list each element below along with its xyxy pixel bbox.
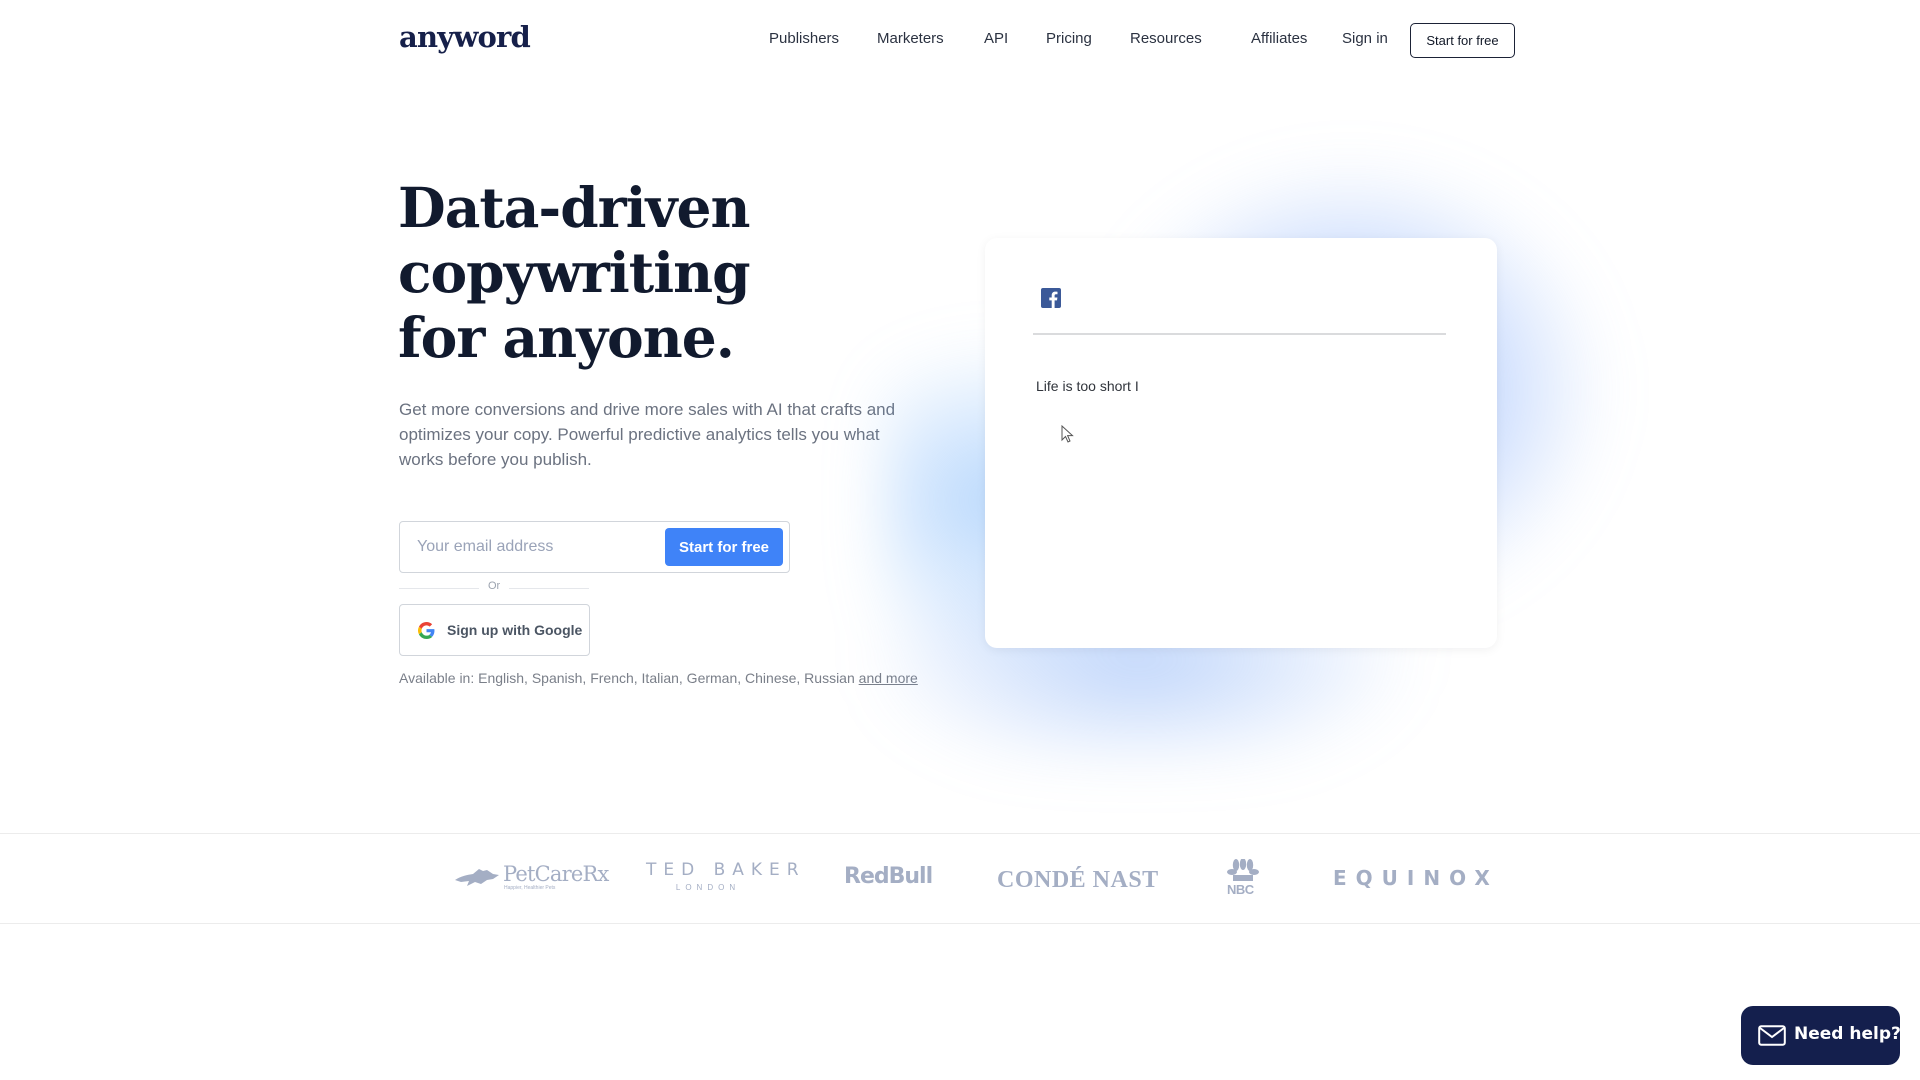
nav-sign-in[interactable]: Sign in — [1342, 30, 1388, 47]
brand-tagline: LONDON — [675, 883, 741, 892]
or-divider: Or — [399, 580, 589, 596]
nav-api[interactable]: API — [984, 30, 1008, 47]
nav-affiliates[interactable]: Affiliates — [1251, 30, 1307, 47]
site-header: anyword Publishers Marketers API Pricing… — [0, 0, 1920, 80]
nbc-peacock-icon — [1227, 859, 1259, 881]
brand-logo-conde-nast: CONDÉ NAST — [997, 867, 1159, 893]
header-start-free-button[interactable]: Start for free — [1410, 23, 1515, 58]
need-help-label: Need help? — [1794, 1024, 1901, 1044]
google-signup-label: Sign up with Google — [447, 622, 583, 638]
brand-logo-equinox: EQUINOX — [1333, 866, 1499, 890]
google-signup-button[interactable]: Sign up with Google — [399, 604, 590, 656]
brand-name: NBC — [1227, 882, 1254, 897]
hero-subtitle: Get more conversions and drive more sale… — [399, 400, 896, 469]
divider-line — [399, 588, 479, 589]
nav-marketers[interactable]: Marketers — [877, 30, 944, 47]
mouse-cursor-icon — [1061, 425, 1074, 443]
start-free-button[interactable]: Start for free — [665, 528, 783, 566]
divider-line — [509, 588, 589, 589]
languages-text: Available in: English, Spanish, French, … — [399, 670, 859, 686]
nav-pricing[interactable]: Pricing — [1046, 30, 1092, 47]
email-input[interactable] — [400, 522, 660, 572]
brand-logo-ted-baker: TED BAKER LONDON — [646, 860, 806, 892]
nav-resources[interactable]: Resources — [1130, 30, 1202, 47]
need-help-button[interactable]: Need help? — [1741, 1006, 1901, 1065]
brand-logo-petcarerx: PetCareRx Happier, Healthier Pets — [453, 862, 609, 894]
main-nav: Publishers Marketers API Pricing Resourc… — [0, 0, 1920, 80]
hero-title: Data-driven copywriting for anyone. — [398, 175, 751, 370]
card-divider — [1033, 333, 1446, 335]
brand-name: TED BAKER — [646, 860, 806, 880]
running-dog-icon — [455, 869, 499, 886]
hero-title-line: copywriting — [398, 240, 751, 305]
hero-title-line: for anyone. — [398, 305, 735, 370]
email-signup-form: Start for free — [399, 521, 790, 573]
envelope-icon — [1758, 1025, 1786, 1046]
or-text: Or — [488, 580, 501, 592]
hero-title-line: Data-driven — [398, 175, 750, 240]
languages-note: Available in: English, Spanish, French, … — [399, 665, 919, 692]
brand-name: PetCareRx — [503, 862, 609, 886]
languages-more-link[interactable]: and more — [859, 670, 918, 686]
google-icon — [418, 622, 435, 639]
customer-logos-strip: PetCareRx Happier, Healthier Pets TED BA… — [0, 833, 1920, 924]
brand-tagline: Happier, Healthier Pets — [504, 885, 556, 891]
brand-logo-nbc: NBC — [1224, 859, 1262, 899]
facebook-icon — [1041, 288, 1061, 308]
copy-preview-card: Life is too short I — [985, 238, 1497, 648]
brand-logo-redbull: RedBull — [844, 864, 933, 889]
nav-publishers[interactable]: Publishers — [769, 30, 839, 47]
typed-copy-text: Life is too short I — [1036, 378, 1139, 394]
